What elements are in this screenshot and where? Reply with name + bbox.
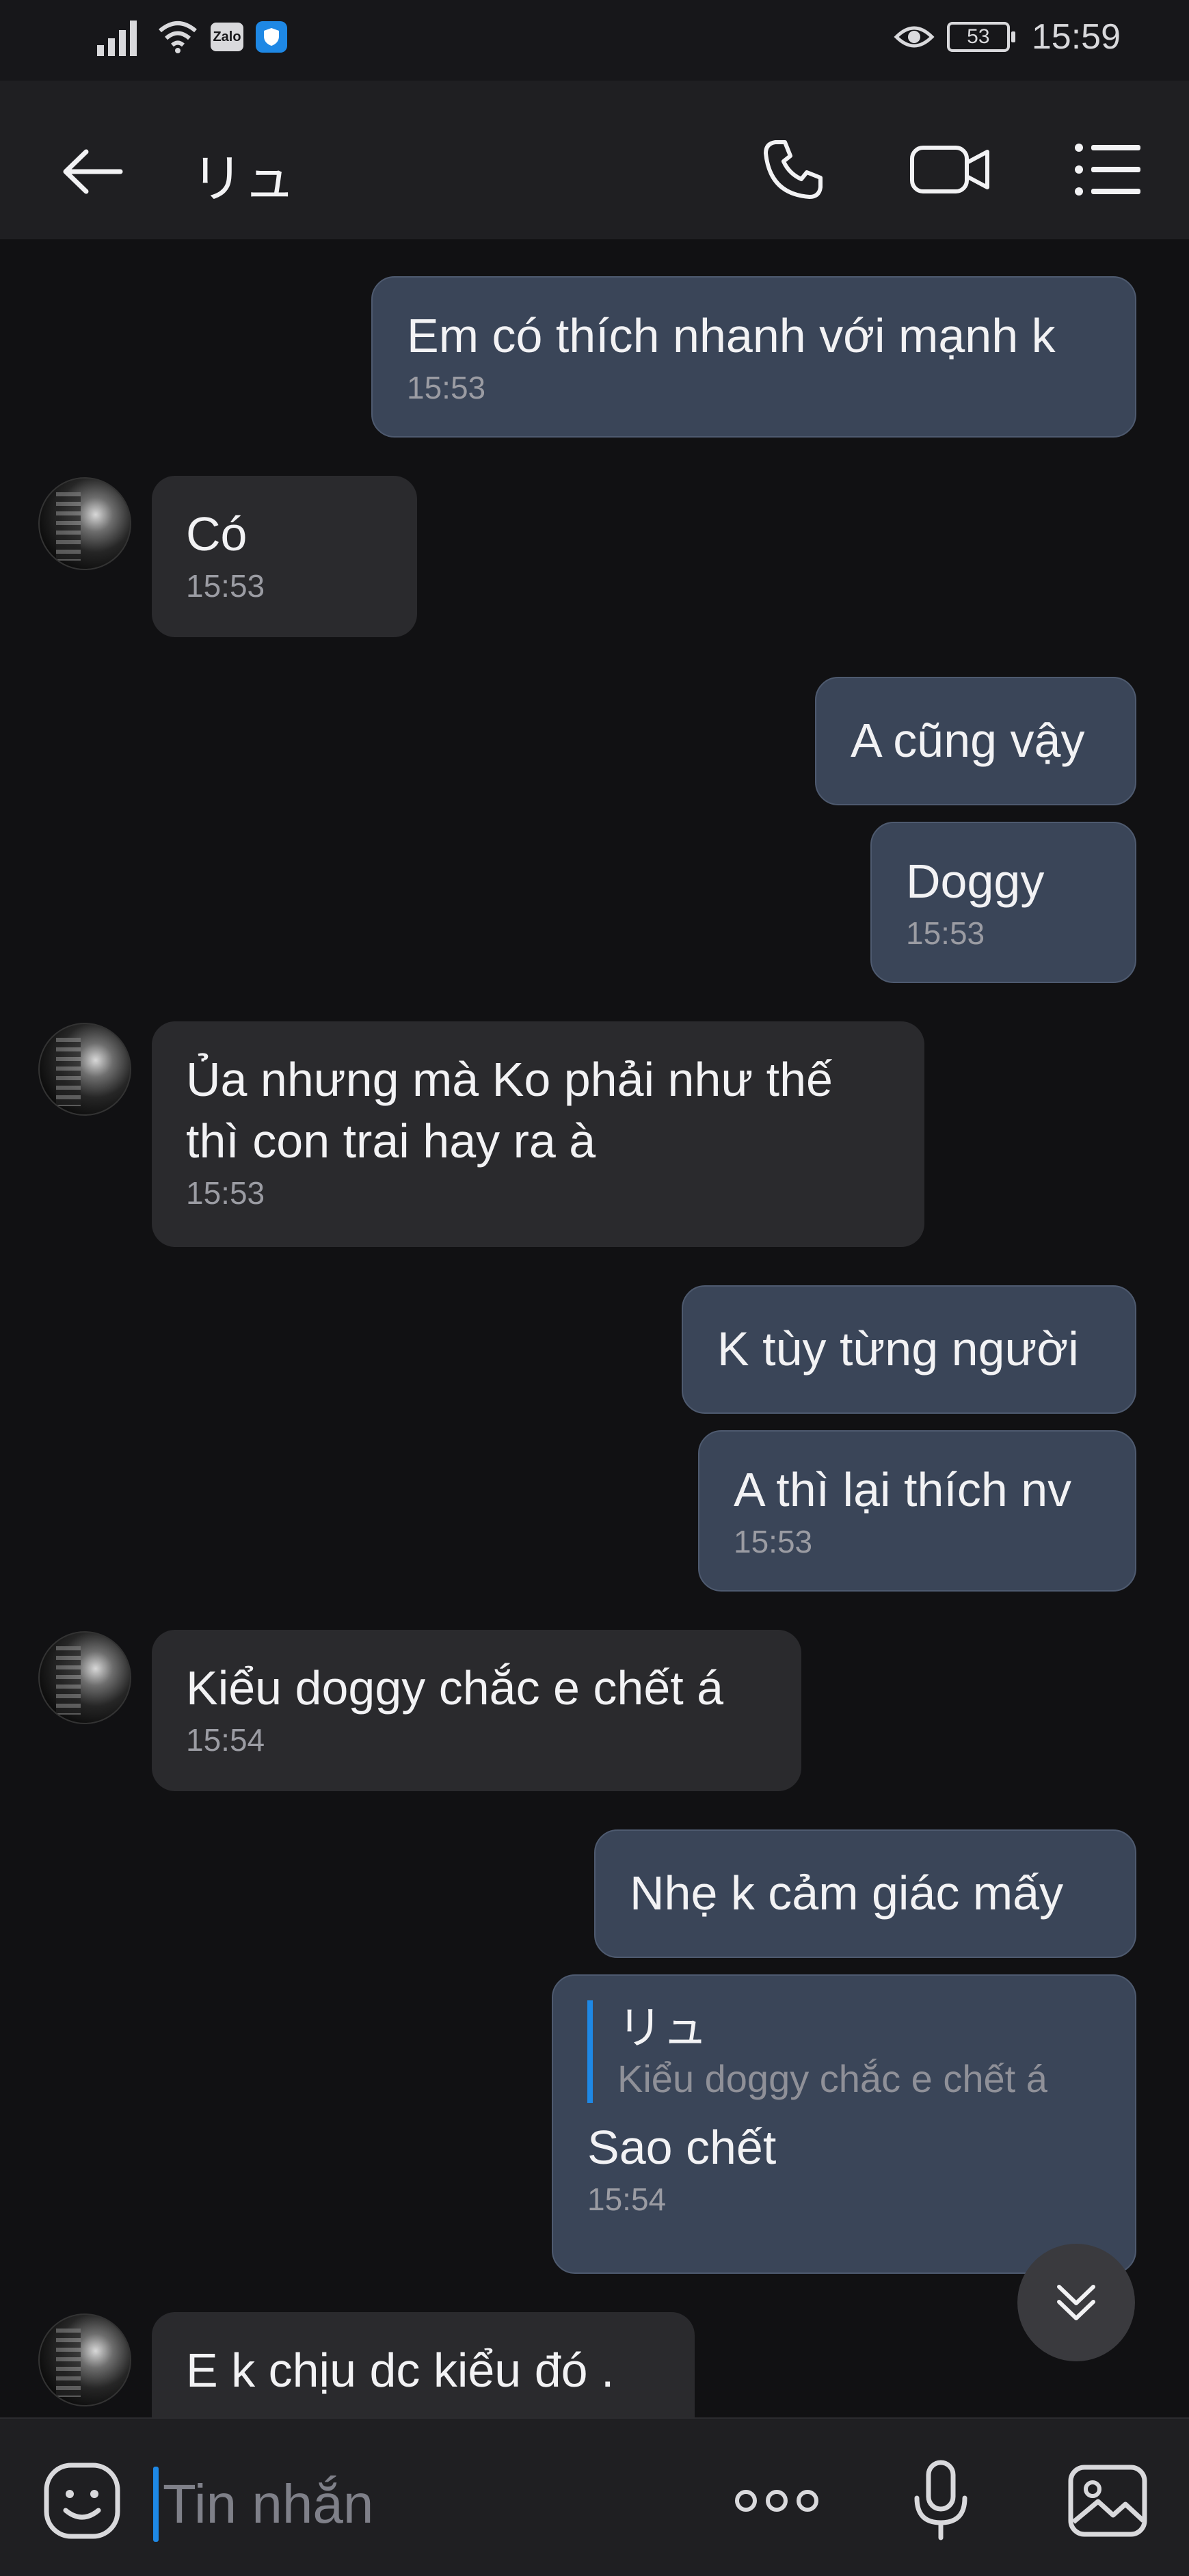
status-icons-left: Zalo [96, 16, 287, 57]
back-button[interactable] [55, 134, 130, 209]
double-chevron-down-icon [1057, 2285, 1095, 2320]
voice-call-button[interactable] [752, 129, 834, 211]
outgoing-message[interactable]: Nhẹ k cảm giác mấy [594, 1829, 1136, 1958]
scroll-to-bottom-button[interactable] [1017, 2244, 1135, 2361]
quoted-sender: リュ [617, 2002, 708, 2053]
wifi-icon [159, 21, 197, 53]
smiley-icon [44, 2463, 120, 2539]
outgoing-message[interactable]: K tùy từng người [682, 1285, 1136, 1414]
message-time: 15:53 [906, 915, 985, 951]
message-input-bar: Tin nhắn [0, 2417, 1189, 2576]
text-cursor [153, 2467, 159, 2542]
avatar[interactable] [38, 2313, 131, 2406]
message-time: 15:53 [186, 1175, 265, 1211]
photo-gallery-button[interactable] [1060, 2453, 1155, 2549]
incoming-message[interactable]: Có 15:53 [152, 476, 417, 637]
message-text-line-2: thì con trai hay ra à [186, 1114, 596, 1168]
message-text: Kiểu doggy chắc e chết á [186, 1661, 724, 1715]
message-input[interactable]: Tin nhắn [153, 2467, 700, 2542]
battery-level: 53 [967, 25, 990, 48]
battery-icon: 53 [946, 22, 1015, 52]
back-arrow-icon [63, 149, 123, 194]
quoted-message[interactable]: リュ Kiểu doggy chắc e chết á [587, 2000, 1101, 2103]
message-text: K tùy từng người [717, 1322, 1079, 1376]
message-text: A thì lại thích nv [734, 1463, 1072, 1516]
message-text: E k chịu dc kiểu đó . [186, 2344, 615, 2397]
more-options-button[interactable] [729, 2453, 825, 2549]
message-time: 15:53 [407, 370, 486, 405]
message-time: 15:53 [734, 1524, 813, 1559]
clock: 15:59 [1031, 17, 1121, 57]
outgoing-message[interactable]: Doggy 15:53 [870, 822, 1136, 983]
incoming-message[interactable]: Kiểu doggy chắc e chết á 15:54 [152, 1630, 801, 1791]
shield-icon [256, 21, 287, 53]
message-time: 15:53 [186, 568, 265, 604]
message-time: 15:54 [587, 2182, 667, 2217]
outgoing-message[interactable]: A cũng vậy [815, 677, 1136, 805]
list-menu-icon [1075, 144, 1140, 196]
message-text: Có [186, 507, 248, 561]
incoming-message[interactable]: E k chịu dc kiểu đó . [152, 2312, 695, 2417]
message-text: Nhẹ k cảm giác mấy [630, 1866, 1064, 1920]
signal-icon [97, 21, 137, 56]
voice-record-button[interactable] [893, 2453, 989, 2549]
avatar[interactable] [38, 1631, 131, 1724]
message-text: A cũng vậy [851, 714, 1085, 767]
sticker-button[interactable] [34, 2453, 130, 2549]
quoted-text: Kiểu doggy chắc e chết á [617, 2057, 1047, 2100]
message-text-line-1: Ủa nhưng mà Ko phải như thế [186, 1053, 833, 1106]
phone-icon [764, 140, 823, 199]
more-dots-icon [735, 2490, 818, 2512]
incoming-message[interactable]: Ủa nhưng mà Ko phải như thế thì con trai… [152, 1021, 924, 1247]
video-camera-icon [910, 146, 989, 193]
options-menu-button[interactable] [1067, 129, 1149, 211]
outgoing-message[interactable]: A thì lại thích nv 15:53 [698, 1430, 1136, 1592]
chat-header: リュ [0, 81, 1189, 239]
avatar[interactable] [38, 1023, 131, 1116]
status-icons-right: 53 15:59 [894, 16, 1121, 57]
message-list[interactable]: Em có thích nhanh với mạnh k 15:53 Có 15… [0, 239, 1189, 2417]
message-text: Doggy [906, 855, 1045, 908]
eye-icon [894, 26, 935, 48]
message-time: 15:54 [186, 1722, 265, 1758]
input-placeholder: Tin nhắn [163, 2473, 374, 2534]
video-call-button[interactable] [909, 129, 991, 211]
message-text: Em có thích nhanh với mạnh k [407, 309, 1056, 362]
contact-name[interactable]: リュ [191, 137, 295, 212]
image-icon [1068, 2465, 1147, 2537]
zalo-notification-icon: Zalo [211, 23, 243, 51]
outgoing-message[interactable]: Em có thích nhanh với mạnh k 15:53 [371, 276, 1136, 438]
reply-message[interactable]: リュ Kiểu doggy chắc e chết á Sao chết 15:… [552, 1974, 1136, 2274]
microphone-icon [914, 2460, 967, 2540]
avatar[interactable] [38, 477, 131, 570]
message-text: Sao chết [587, 2121, 777, 2174]
status-bar: Zalo 53 15:59 [0, 0, 1189, 81]
